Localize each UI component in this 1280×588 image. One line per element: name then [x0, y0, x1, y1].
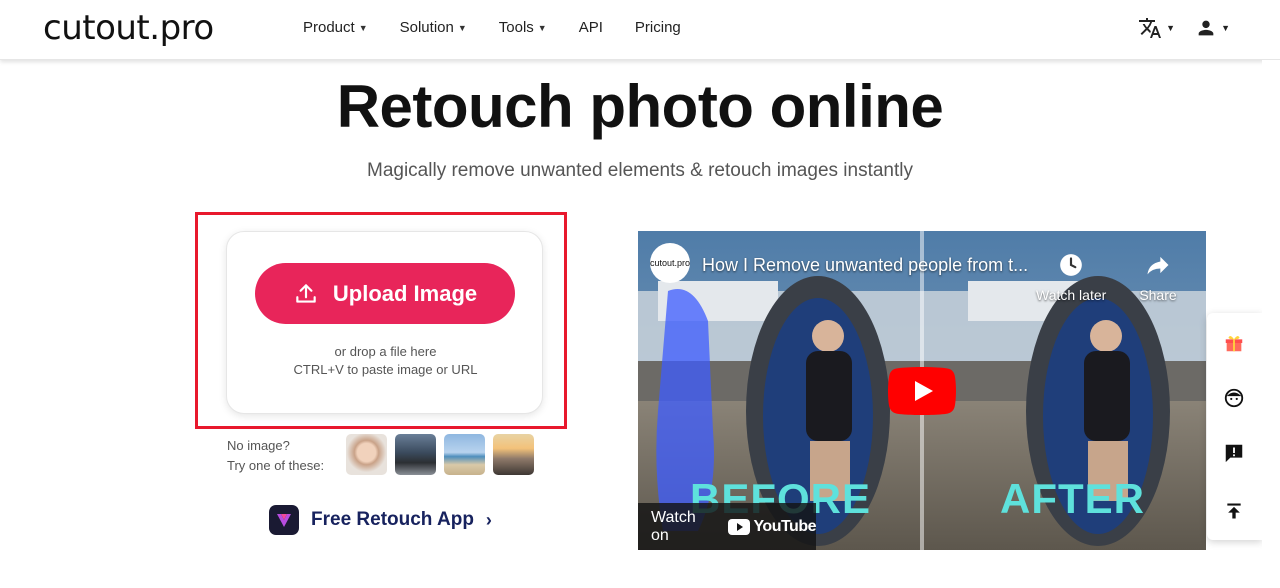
- share-icon: [1138, 245, 1178, 285]
- page-subtitle: Magically remove unwanted elements & ret…: [367, 160, 913, 181]
- share-button[interactable]: Share: [1138, 245, 1178, 303]
- chevron-down-icon: ▼: [358, 22, 368, 33]
- chevron-down-icon: ▼: [1221, 23, 1230, 33]
- user-icon: [1198, 20, 1214, 36]
- translate-icon: [1139, 18, 1162, 38]
- gift-button[interactable]: [1222, 331, 1246, 355]
- nav-tools-label: Tools: [498, 19, 534, 36]
- watch-later-label: Watch later: [1036, 287, 1107, 303]
- main-nav: Product ▼ Solution ▼ Tools ▼ API Pricing: [303, 19, 713, 36]
- sample-image-beach[interactable]: [444, 434, 485, 475]
- back-to-top-icon: [1227, 503, 1241, 519]
- nav-pricing-label: Pricing: [634, 19, 681, 36]
- samples-label-line1: No image?: [227, 438, 290, 453]
- play-button[interactable]: [888, 367, 956, 415]
- chevron-down-icon: ▼: [537, 22, 547, 33]
- app-link-label: Free Retouch App: [311, 509, 474, 530]
- nav-api-label: API: [578, 19, 603, 36]
- site-header: cutout.pro Product ▼ Solution ▼ Tools ▼ …: [0, 0, 1280, 60]
- support-agent-icon: [1224, 388, 1244, 408]
- support-button[interactable]: [1222, 386, 1246, 410]
- sample-image-sunset[interactable]: [493, 434, 534, 475]
- scrollbar[interactable]: [1262, 60, 1280, 588]
- language-menu[interactable]: ▼: [1138, 16, 1175, 40]
- drop-hint: or drop a file here CTRL+V to paste imag…: [227, 343, 544, 379]
- back-to-top-button[interactable]: [1222, 499, 1246, 523]
- upload-dropzone[interactable]: Upload Image or drop a file here CTRL+V …: [226, 231, 543, 414]
- youtube-logo-icon: [728, 518, 751, 535]
- after-label: AFTER: [1000, 475, 1145, 522]
- youtube-play-icon: [888, 367, 956, 415]
- watch-on-youtube-button[interactable]: Watch on YouTube: [638, 503, 816, 550]
- nav-solution-label: Solution: [399, 19, 454, 36]
- sample-images: [346, 434, 534, 475]
- floating-toolbar: [1207, 313, 1262, 540]
- nav-solution[interactable]: Solution ▼: [400, 19, 467, 36]
- nav-pricing[interactable]: Pricing: [635, 19, 681, 36]
- free-retouch-app-link[interactable]: Free Retouch App ›: [269, 505, 492, 535]
- watch-later-button[interactable]: Watch later: [1036, 245, 1106, 303]
- video-title[interactable]: How I Remove unwanted people from t...: [702, 255, 1028, 276]
- nav-product-label: Product: [303, 19, 355, 36]
- nav-api[interactable]: API: [579, 19, 603, 36]
- youtube-logo: YouTube: [728, 518, 816, 536]
- gift-icon: [1225, 336, 1243, 352]
- nav-tools[interactable]: Tools ▼: [499, 19, 547, 36]
- app-logo-icon: [269, 505, 299, 535]
- clock-icon: [1051, 245, 1091, 285]
- upload-icon: [296, 283, 316, 303]
- nav-product[interactable]: Product ▼: [303, 19, 368, 36]
- chevron-right-icon: ›: [485, 509, 492, 530]
- feedback-icon: [1225, 444, 1243, 463]
- watch-on-label: Watch on: [651, 508, 696, 544]
- logo[interactable]: cutout.pro: [43, 8, 214, 48]
- upload-image-button[interactable]: Upload Image: [255, 263, 515, 324]
- header-actions: ▼ ▼: [1138, 16, 1230, 40]
- share-label: Share: [1139, 287, 1177, 303]
- samples-label-line2: Try one of these:: [227, 458, 325, 473]
- chevron-down-icon: ▼: [457, 22, 467, 33]
- upload-button-label: Upload Image: [332, 280, 478, 306]
- sample-image-portrait[interactable]: [346, 434, 387, 475]
- video-embed[interactable]: cutout.pro How I Remove unwanted people …: [638, 231, 1206, 550]
- chevron-down-icon: ▼: [1166, 23, 1176, 33]
- user-menu[interactable]: ▼: [1195, 17, 1230, 39]
- samples-label: No image? Try one of these:: [227, 436, 324, 476]
- drop-hint-line2: CTRL+V to paste image or URL: [293, 362, 478, 377]
- drop-hint-line1: or drop a file here: [334, 344, 437, 359]
- page-title: Retouch photo online: [336, 73, 944, 140]
- feedback-button[interactable]: [1222, 441, 1246, 465]
- youtube-wordmark: YouTube: [753, 517, 816, 535]
- channel-avatar[interactable]: cutout.pro: [650, 243, 690, 283]
- sample-image-street[interactable]: [395, 434, 436, 475]
